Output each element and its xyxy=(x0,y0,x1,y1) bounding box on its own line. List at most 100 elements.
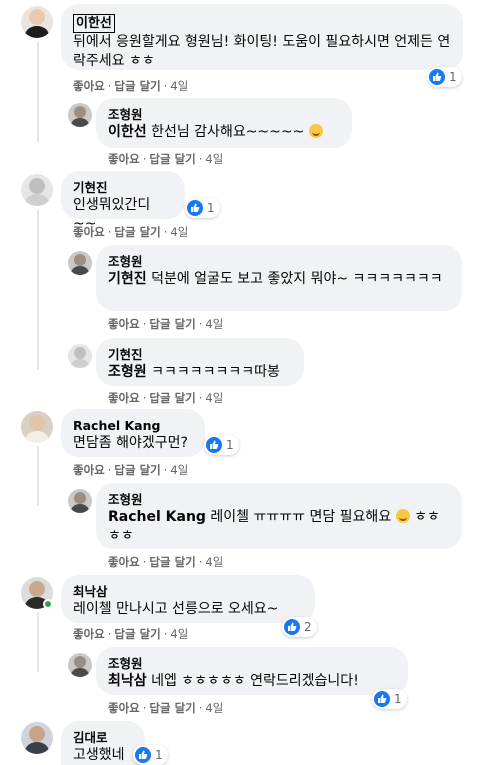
reply-author[interactable]: 조형원 xyxy=(108,106,340,123)
like-link[interactable]: 좋아요 xyxy=(73,225,105,239)
reply-link[interactable]: 답글 달기 xyxy=(149,317,195,331)
avatar[interactable] xyxy=(68,344,92,368)
timestamp[interactable]: 4일 xyxy=(170,627,188,641)
avatar[interactable] xyxy=(21,6,53,38)
comment-actions: 좋아요 · 답글 달기 · 4일 xyxy=(73,79,189,93)
reaction-count: 1 xyxy=(394,692,402,706)
reaction-badge[interactable]: 1 xyxy=(133,745,168,765)
comment-actions: 좋아요 · 답글 달기 · 4일 xyxy=(73,627,189,641)
mention-link[interactable]: 이한선 xyxy=(108,124,147,140)
avatar[interactable] xyxy=(21,722,53,754)
reply-bubble: 조형원 기현진 덕분에 얼굴도 보고 좋았지 뭐야~ ㅋㅋㅋㅋㅋㅋㅋ xyxy=(96,245,462,311)
timestamp[interactable]: 4일 xyxy=(205,317,223,331)
reaction-count: 1 xyxy=(226,438,234,452)
reply-author[interactable]: 조형원 xyxy=(108,491,450,508)
comment-author[interactable]: 기현진 xyxy=(73,179,173,196)
comment-bubble: 이한선 뒤에서 응원할게요 형원님! 화이팅! 도움이 필요하시면 언제든 연락… xyxy=(61,4,463,70)
like-link[interactable]: 좋아요 xyxy=(108,555,140,569)
reply-actions: 좋아요 · 답글 달기 · 4일 xyxy=(108,152,224,166)
thread-line xyxy=(37,42,39,142)
thumbs-up-icon xyxy=(374,691,390,707)
reply-text: 레이첼 ㅠㅠㅠㅠ 면담 필요해요 xyxy=(205,509,396,525)
like-link[interactable]: 좋아요 xyxy=(108,391,140,405)
reply-author[interactable]: 조형원 xyxy=(108,253,450,270)
reaction-badge[interactable]: 1 xyxy=(204,435,239,455)
smile-emoji-icon xyxy=(395,509,410,523)
reply-actions: 좋아요 · 답글 달기 · 4일 xyxy=(108,701,224,715)
like-link[interactable]: 좋아요 xyxy=(73,79,105,93)
online-status-dot xyxy=(43,599,53,609)
mention-link[interactable]: Rachel Kang xyxy=(108,509,206,525)
comment-bubble: 최낙삼 레이첼 만나시고 선릉으로 오세요~ xyxy=(61,575,315,623)
reply-text: 덕분에 얼굴도 보고 좋았지 뭐야~ ㅋㅋㅋㅋㅋㅋㅋ xyxy=(146,271,443,287)
comment-text: 고생했네 xyxy=(73,747,125,763)
thumbs-up-icon xyxy=(187,200,203,216)
like-link[interactable]: 좋아요 xyxy=(108,317,140,331)
reply-text: ㅋㅋㅋㅋㅋㅋㅋㅋ따봉 xyxy=(146,364,280,380)
reply-link[interactable]: 답글 달기 xyxy=(149,555,195,569)
comment-text: 뒤에서 응원할게요 형원님! 화이팅! 도움이 필요하시면 언제든 연락주세요 … xyxy=(73,34,451,69)
reply-text-line: Rachel Kang 레이첼 ㅠㅠㅠㅠ 면담 필요해요 ㅎㅎㅎㅎ xyxy=(108,508,450,546)
timestamp[interactable]: 4일 xyxy=(205,391,223,405)
comment-actions: 좋아요 · 답글 달기 · 4일 xyxy=(73,463,189,477)
reply-link[interactable]: 답글 달기 xyxy=(149,701,195,715)
comment-bubble: 기현진 인생뭐있간디~~ xyxy=(61,171,185,232)
comment-author[interactable]: 김대로 xyxy=(73,729,133,746)
timestamp[interactable]: 4일 xyxy=(170,79,188,93)
timestamp[interactable]: 4일 xyxy=(170,463,188,477)
like-link[interactable]: 좋아요 xyxy=(73,463,105,477)
like-link[interactable]: 좋아요 xyxy=(108,701,140,715)
reply-text-line: 이한선 한선님 감사해요~~~~~ xyxy=(108,123,340,142)
comment-actions: 좋아요 · 답글 달기 · 4일 xyxy=(73,225,189,239)
avatar[interactable] xyxy=(68,653,92,677)
reply-bubble: 기현진 조형원 ㅋㅋㅋㅋㅋㅋㅋㅋ따봉 xyxy=(96,338,304,386)
timestamp[interactable]: 4일 xyxy=(205,701,223,715)
reply-link[interactable]: 답글 달기 xyxy=(149,391,195,405)
reaction-badge[interactable]: 1 xyxy=(372,689,407,709)
comment-author[interactable]: 최낙삼 xyxy=(73,583,303,600)
reply-link[interactable]: 답글 달기 xyxy=(114,463,160,477)
mention-link[interactable]: 조형원 xyxy=(108,364,147,380)
like-link[interactable]: 좋아요 xyxy=(108,152,140,166)
comment-bubble: Rachel Kang 면담좀 해야겠구먼? xyxy=(61,409,205,457)
thread-line xyxy=(37,612,39,672)
thread-line xyxy=(37,446,39,506)
reply-text-line: 조형원 ㅋㅋㅋㅋㅋㅋㅋㅋ따봉 xyxy=(108,363,292,382)
comment-author[interactable]: 이한선 xyxy=(73,14,115,33)
avatar[interactable] xyxy=(68,251,92,275)
thumbs-up-icon xyxy=(206,437,222,453)
thumbs-up-icon xyxy=(429,69,445,85)
reaction-count: 1 xyxy=(155,748,163,762)
like-link[interactable]: 좋아요 xyxy=(73,627,105,641)
reply-link[interactable]: 답글 달기 xyxy=(114,79,160,93)
reply-actions: 좋아요 · 답글 달기 · 4일 xyxy=(108,317,224,331)
avatar[interactable] xyxy=(21,411,53,443)
smile-emoji-icon xyxy=(308,124,323,138)
avatar[interactable] xyxy=(21,174,53,206)
timestamp[interactable]: 4일 xyxy=(205,555,223,569)
comment-text: 레이첼 만나시고 선릉으로 오세요~ xyxy=(73,601,279,617)
mention-link[interactable]: 기현진 xyxy=(108,271,147,287)
avatar[interactable] xyxy=(68,489,92,513)
reaction-count: 1 xyxy=(449,70,457,84)
comment-bubble: 김대로 고생했네 xyxy=(61,721,145,765)
reply-bubble: 조형원 이한선 한선님 감사해요~~~~~ xyxy=(96,98,352,148)
reply-text-line: 최낙삼 네엡 ㅎㅎㅎㅎㅎ 연락드리겠습니다! xyxy=(108,672,396,691)
reply-link[interactable]: 답글 달기 xyxy=(114,627,160,641)
comment-author[interactable]: Rachel Kang xyxy=(73,417,193,434)
reply-author[interactable]: 기현진 xyxy=(108,346,292,363)
reply-author[interactable]: 조형원 xyxy=(108,655,396,672)
reply-actions: 좋아요 · 답글 달기 · 4일 xyxy=(108,391,224,405)
reply-link[interactable]: 답글 달기 xyxy=(149,152,195,166)
timestamp[interactable]: 4일 xyxy=(170,225,188,239)
avatar[interactable] xyxy=(68,103,92,127)
reaction-count: 1 xyxy=(207,201,215,215)
timestamp[interactable]: 4일 xyxy=(205,152,223,166)
thumbs-up-icon xyxy=(135,747,151,763)
reply-link[interactable]: 답글 달기 xyxy=(114,225,160,239)
reaction-badge[interactable]: 1 xyxy=(427,67,462,87)
reaction-badge[interactable]: 1 xyxy=(185,198,220,218)
reply-text: 네엡 ㅎㅎㅎㅎㅎ 연락드리겠습니다! xyxy=(146,673,359,689)
reaction-badge[interactable]: 2 xyxy=(282,617,317,637)
mention-link[interactable]: 최낙삼 xyxy=(108,673,147,689)
